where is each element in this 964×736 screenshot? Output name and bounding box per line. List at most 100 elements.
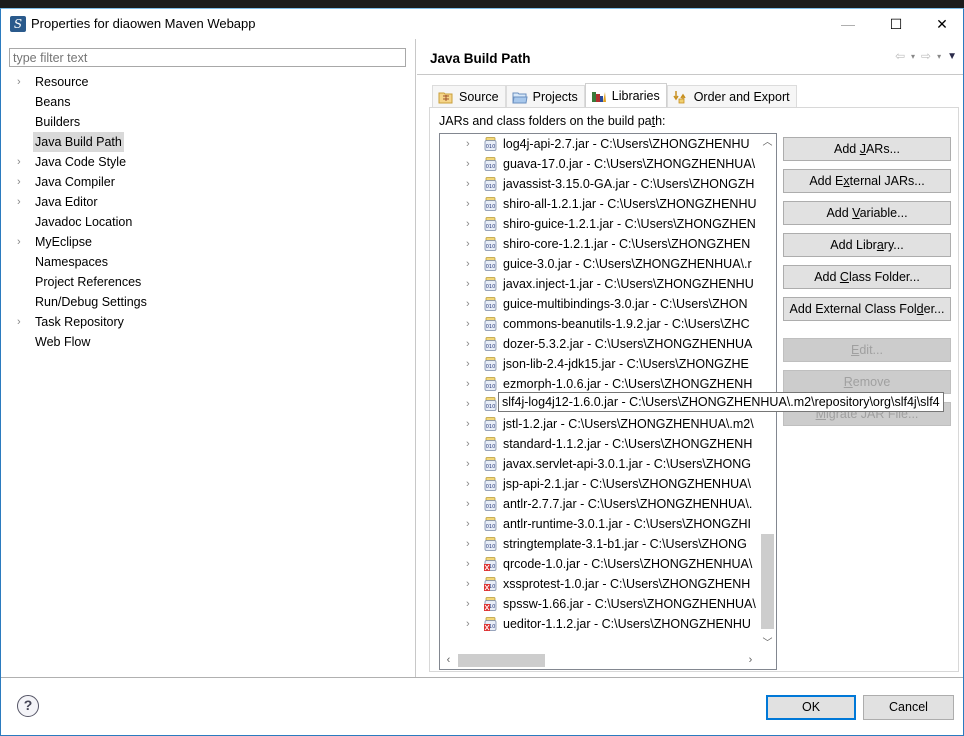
- chevron-right-icon[interactable]: ›: [466, 154, 470, 174]
- scroll-up-icon[interactable]: ︿: [759, 134, 776, 151]
- jar-entry[interactable]: › 010 guice-multibindings-3.0.jar - C:\Use…: [440, 294, 760, 314]
- scroll-right-icon[interactable]: ›: [742, 652, 759, 669]
- chevron-right-icon[interactable]: ›: [466, 314, 470, 334]
- back-arrow-icon[interactable]: ⇦: [895, 49, 905, 63]
- chevron-right-icon[interactable]: ›: [466, 194, 470, 214]
- jar-entry[interactable]: › 010 javassist-3.15.0-GA.jar - C:\Users\Z…: [440, 174, 760, 194]
- chevron-right-icon[interactable]: ›: [466, 214, 470, 234]
- chevron-right-icon[interactable]: ›: [17, 172, 21, 192]
- jar-entry[interactable]: › 010 spssw-1.66.jar - C:\Users\ZHONGZHENH…: [440, 594, 760, 614]
- horizontal-scroll-thumb[interactable]: [458, 654, 545, 667]
- chevron-right-icon[interactable]: ›: [466, 254, 470, 274]
- chevron-right-icon[interactable]: ›: [17, 192, 21, 212]
- nav-item[interactable]: › Java Compiler: [1, 172, 415, 192]
- chevron-right-icon[interactable]: ›: [466, 554, 470, 574]
- nav-item[interactable]: › Task Repository: [1, 312, 415, 332]
- chevron-right-icon[interactable]: ›: [466, 134, 470, 154]
- jar-entry[interactable]: › 010 shiro-guice-1.2.1.jar - C:\Users\ZHO…: [440, 214, 760, 234]
- chevron-right-icon[interactable]: ›: [466, 614, 470, 634]
- jar-entry[interactable]: › 010 ezmorph-1.0.6.jar - C:\Users\ZHONGZH…: [440, 374, 760, 394]
- nav-item[interactable]: Namespaces: [1, 252, 415, 272]
- close-button[interactable]: ✕: [919, 9, 964, 39]
- chevron-right-icon[interactable]: ›: [466, 574, 470, 594]
- chevron-right-icon[interactable]: ›: [466, 354, 470, 374]
- jar-entry[interactable]: › 010 javax.servlet-api-3.0.1.jar - C:\Use…: [440, 454, 760, 474]
- nav-item[interactable]: Builders: [1, 112, 415, 132]
- add-external-jars-button[interactable]: Add External JARs...: [783, 169, 951, 193]
- jar-entry[interactable]: › 010 javax.inject-1.jar - C:\Users\ZHONGZ…: [440, 274, 760, 294]
- jar-entry[interactable]: › 010 antlr-runtime-3.0.1.jar - C:\Users\Z…: [440, 514, 760, 534]
- chevron-right-icon[interactable]: ›: [17, 232, 21, 252]
- minimize-button[interactable]: —: [825, 9, 871, 39]
- chevron-right-icon[interactable]: ›: [466, 594, 470, 614]
- jar-entry[interactable]: › 010 log4j-api-2.7.jar - C:\Users\ZHONGZH…: [440, 134, 760, 154]
- nav-item[interactable]: Project References: [1, 272, 415, 292]
- chevron-right-icon[interactable]: ›: [466, 434, 470, 454]
- chevron-right-icon[interactable]: ›: [466, 414, 470, 434]
- nav-item[interactable]: › MyEclipse: [1, 232, 415, 252]
- chevron-right-icon[interactable]: ›: [466, 514, 470, 534]
- jar-entry[interactable]: › 010 json-lib-2.4-jdk15.jar - C:\Users\ZH…: [440, 354, 760, 374]
- add-library-button[interactable]: Add Library...: [783, 233, 951, 257]
- add-class-folder-button[interactable]: Add Class Folder...: [783, 265, 951, 289]
- scroll-left-icon[interactable]: ‹: [440, 652, 457, 669]
- nav-item[interactable]: › Java Editor: [1, 192, 415, 212]
- tab-projects[interactable]: Projects: [505, 85, 585, 107]
- chevron-right-icon[interactable]: ›: [466, 394, 470, 414]
- nav-item[interactable]: › Java Code Style: [1, 152, 415, 172]
- tab-source[interactable]: Source: [432, 85, 506, 107]
- nav-item[interactable]: Web Flow: [1, 332, 415, 352]
- jar-entry[interactable]: › 010 shiro-core-1.2.1.jar - C:\Users\ZHON…: [440, 234, 760, 254]
- chevron-right-icon[interactable]: ›: [466, 234, 470, 254]
- chevron-right-icon[interactable]: ›: [466, 494, 470, 514]
- ok-button[interactable]: OK: [766, 695, 856, 720]
- nav-item[interactable]: Beans: [1, 92, 415, 112]
- scroll-down-icon[interactable]: ﹀: [759, 635, 776, 652]
- jar-entry[interactable]: › 010 qrcode-1.0.jar - C:\Users\ZHONGZHENH…: [440, 554, 760, 574]
- maximize-button[interactable]: ☐: [873, 9, 919, 39]
- nav-item[interactable]: › Resource: [1, 72, 415, 92]
- chevron-right-icon[interactable]: ›: [17, 152, 21, 172]
- jar-entry[interactable]: › 010 standard-1.1.2.jar - C:\Users\ZHONGZ…: [440, 434, 760, 454]
- view-menu-icon[interactable]: ▼: [947, 51, 957, 62]
- add-jars-button[interactable]: Add JARs...: [783, 137, 951, 161]
- chevron-right-icon[interactable]: ›: [17, 312, 21, 332]
- nav-item[interactable]: Run/Debug Settings: [1, 292, 415, 312]
- nav-item[interactable]: Java Build Path: [1, 132, 415, 152]
- chevron-right-icon[interactable]: ›: [466, 454, 470, 474]
- add-variable-button[interactable]: Add Variable...: [783, 201, 951, 225]
- chevron-right-icon[interactable]: ›: [466, 534, 470, 554]
- help-icon[interactable]: ?: [17, 695, 39, 717]
- horizontal-scrollbar[interactable]: ‹ ›: [440, 652, 776, 669]
- jar-entry[interactable]: › 010 guava-17.0.jar - C:\Users\ZHONGZHENH…: [440, 154, 760, 174]
- chevron-right-icon[interactable]: ›: [466, 174, 470, 194]
- chevron-right-icon[interactable]: ›: [466, 294, 470, 314]
- chevron-right-icon[interactable]: ›: [466, 474, 470, 494]
- remove-button[interactable]: Remove: [783, 370, 951, 394]
- tab-order-and-export[interactable]: Order and Export: [666, 85, 797, 107]
- jar-entry[interactable]: › 010 xssprotest-1.0.jar - C:\Users\ZHONGZ…: [440, 574, 760, 594]
- vertical-scroll-thumb[interactable]: [761, 534, 774, 629]
- chevron-right-icon[interactable]: ›: [17, 72, 21, 92]
- tab-libraries[interactable]: Libraries: [584, 83, 667, 107]
- edit-button[interactable]: Edit...: [783, 338, 951, 362]
- jar-entry[interactable]: › 010 dozer-5.3.2.jar - C:\Users\ZHONGZHEN…: [440, 334, 760, 354]
- filter-input[interactable]: [9, 48, 406, 67]
- chevron-right-icon[interactable]: ›: [466, 374, 470, 394]
- chevron-right-icon[interactable]: ›: [466, 274, 470, 294]
- jar-entry[interactable]: › 010 shiro-all-1.2.1.jar - C:\Users\ZHONG…: [440, 194, 760, 214]
- jar-entry[interactable]: › 010 ueditor-1.1.2.jar - C:\Users\ZHONGZH…: [440, 614, 760, 634]
- jar-entry[interactable]: › 010 guice-3.0.jar - C:\Users\ZHONGZHENHU…: [440, 254, 760, 274]
- forward-dropdown-icon[interactable]: ▾: [937, 52, 941, 61]
- jar-entry[interactable]: › 010 jstl-1.2.jar - C:\Users\ZHONGZHENHUA…: [440, 414, 760, 434]
- back-dropdown-icon[interactable]: ▾: [911, 52, 915, 61]
- jar-entry[interactable]: › 010 stringtemplate-3.1-b1.jar - C:\Users…: [440, 534, 760, 554]
- forward-arrow-icon[interactable]: ⇨: [921, 49, 931, 63]
- nav-item[interactable]: Javadoc Location: [1, 212, 415, 232]
- jar-entry[interactable]: › 010 jsp-api-2.1.jar - C:\Users\ZHONGZHEN…: [440, 474, 760, 494]
- chevron-right-icon[interactable]: ›: [466, 334, 470, 354]
- jar-entry[interactable]: › 010 antlr-2.7.7.jar - C:\Users\ZHONGZHEN…: [440, 494, 760, 514]
- add-external-class-folder-button[interactable]: Add External Class Folder...: [783, 297, 951, 321]
- cancel-button[interactable]: Cancel: [863, 695, 954, 720]
- jar-entry[interactable]: › 010 commons-beanutils-1.9.2.jar - C:\Use…: [440, 314, 760, 334]
